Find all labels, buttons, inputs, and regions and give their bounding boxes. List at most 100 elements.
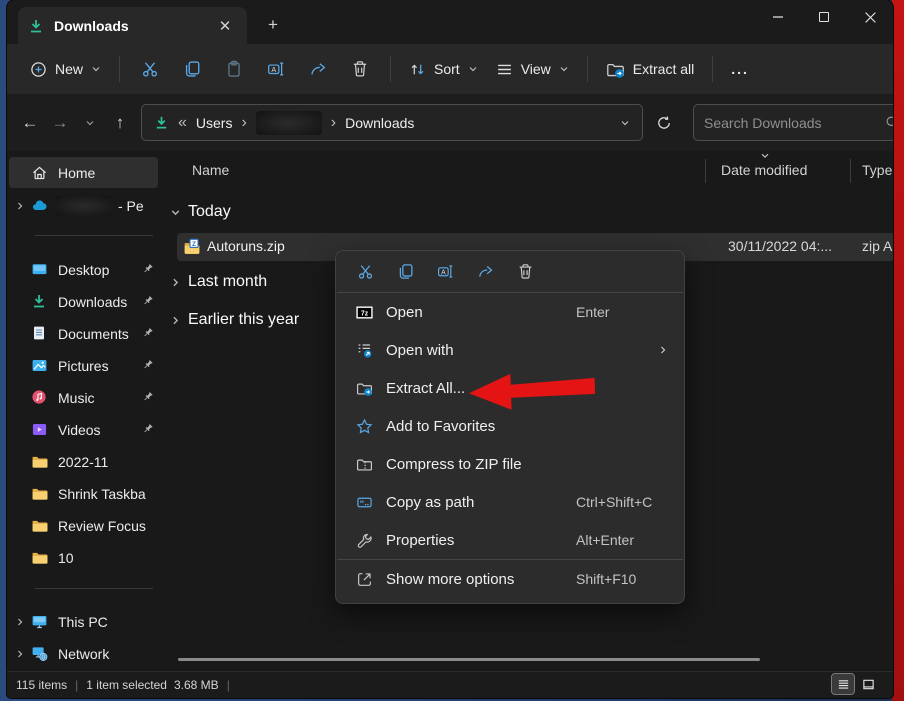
breadcrumb-downloads[interactable]: Downloads (345, 115, 414, 131)
breadcrumb-overflow[interactable]: « (178, 115, 187, 131)
menu-item-copy-as-path[interactable]: Copy as path Ctrl+Shift+C (336, 483, 684, 521)
column-header-date-modified[interactable]: Date modified (721, 162, 807, 178)
collapse-chevron-icon[interactable] (170, 315, 184, 326)
trash-icon (517, 263, 534, 280)
collapse-chevron-icon[interactable] (170, 207, 184, 218)
up-button[interactable]: ↑ (105, 107, 135, 139)
item-count: 115 items (16, 678, 67, 692)
group-label: Earlier this year (188, 311, 299, 329)
menu-item-properties[interactable]: Properties Alt+Enter (336, 521, 684, 559)
pin-icon (141, 359, 154, 372)
search-input[interactable] (704, 115, 885, 131)
sidebar-item-label: 10 (58, 550, 158, 566)
home-icon (31, 164, 49, 182)
file-type: zip Ar (862, 238, 893, 254)
expand-chevron-icon[interactable] (9, 649, 31, 659)
address-bar[interactable]: « Users › › Downloads (141, 104, 643, 141)
horizontal-scrollbar[interactable] (178, 658, 760, 661)
paste-button[interactable] (213, 51, 255, 87)
maximize-button[interactable] (801, 0, 847, 34)
view-button[interactable]: View (487, 51, 578, 87)
tab-downloads[interactable]: Downloads ✕ (18, 7, 247, 44)
new-button[interactable]: New (21, 51, 110, 87)
sidebar-item-shrink-taskbar[interactable]: Shrink Taskba (9, 478, 158, 509)
group-header-today[interactable]: Today (160, 197, 893, 227)
sidebar-item-10[interactable]: 10 (9, 542, 158, 573)
rename-button[interactable]: A (425, 256, 465, 288)
group-label: Last month (188, 273, 267, 291)
paste-icon (225, 60, 243, 78)
status-bar: 115 items | 1 item selected 3.68 MB | (7, 671, 893, 698)
toolbar-separator (712, 56, 713, 82)
back-button[interactable]: ← (15, 107, 45, 139)
sidebar-item-pictures[interactable]: Pictures (9, 350, 158, 381)
cut-button[interactable] (129, 51, 171, 87)
sidebar-item-documents[interactable]: Documents (9, 318, 158, 349)
svg-text:Z: Z (192, 241, 196, 248)
forward-button[interactable]: → (45, 107, 75, 139)
menu-item-open-with[interactable]: Open with (336, 331, 684, 369)
see-more-button[interactable]: ... (722, 51, 758, 87)
menu-item-compress-to-zip[interactable]: Compress to ZIP file (336, 445, 684, 483)
sidebar-item-downloads[interactable]: Downloads (9, 286, 158, 317)
sort-button[interactable]: Sort (400, 51, 487, 87)
column-header-name[interactable]: Name (192, 162, 229, 178)
delete-button[interactable] (339, 51, 381, 87)
menu-item-show-more-options[interactable]: Show more options Shift+F10 (336, 560, 684, 598)
expand-chevron-icon[interactable] (9, 201, 31, 211)
collapse-chevron-icon[interactable] (170, 277, 184, 288)
sidebar-item-music[interactable]: Music (9, 382, 158, 413)
rename-icon: A (437, 263, 454, 280)
column-header-type[interactable]: Type (862, 162, 892, 178)
copy-button[interactable] (171, 51, 213, 87)
view-toggle-group (832, 674, 879, 694)
sidebar-item-label: Shrink Taskba (58, 486, 158, 502)
share-button[interactable] (297, 51, 339, 87)
refresh-button[interactable] (647, 106, 681, 140)
navigation-pane: Home - Pe Desktop Downloads (7, 151, 160, 672)
menu-item-open[interactable]: 7z Open Enter (336, 293, 684, 331)
details-view-button[interactable] (832, 674, 854, 694)
scissors-icon (141, 60, 159, 78)
sidebar-item-review-focus[interactable]: Review Focus (9, 510, 158, 541)
cut-button[interactable] (345, 256, 385, 288)
toolbar-separator (119, 56, 120, 82)
large-icons-view-icon (862, 678, 875, 691)
new-tab-button[interactable]: + (259, 12, 287, 38)
breadcrumb-username-redacted[interactable] (256, 111, 322, 135)
expand-chevron-icon[interactable] (9, 617, 31, 627)
sidebar-item-network[interactable]: Network (9, 638, 158, 669)
maximize-icon (819, 12, 829, 22)
chevron-down-icon (468, 64, 478, 74)
copy-button[interactable] (385, 256, 425, 288)
share-icon (477, 263, 494, 280)
sidebar-item-videos[interactable]: Videos (9, 414, 158, 445)
breadcrumb-users[interactable]: Users (196, 115, 233, 131)
rename-button[interactable]: A (255, 51, 297, 87)
copy-icon (183, 60, 201, 78)
picture-icon (31, 357, 49, 375)
sidebar-item-this-pc[interactable]: This PC (9, 606, 158, 637)
large-icons-view-button[interactable] (857, 674, 879, 694)
search-box[interactable] (693, 104, 893, 141)
column-separator[interactable] (705, 159, 706, 183)
sidebar-item-2022-11[interactable]: 2022-11 (9, 446, 158, 477)
desktop-wallpaper-red-edge (892, 0, 904, 701)
chevron-down-icon (85, 118, 95, 128)
share-button[interactable] (465, 256, 505, 288)
sidebar-item-onedrive[interactable]: - Pe (9, 190, 158, 221)
sidebar-item-home[interactable]: Home (9, 157, 158, 188)
context-menu: A 7z Open Enter Open with (335, 250, 685, 604)
document-icon (31, 325, 49, 343)
recent-locations-button[interactable] (75, 107, 105, 139)
delete-button[interactable] (505, 256, 545, 288)
extract-folder-icon (356, 380, 373, 397)
close-button[interactable] (847, 0, 893, 34)
address-dropdown-icon[interactable] (620, 118, 630, 128)
tab-close-icon[interactable]: ✕ (213, 14, 237, 38)
column-separator[interactable] (850, 159, 851, 183)
sidebar-item-desktop[interactable]: Desktop (9, 254, 158, 285)
extract-all-button[interactable]: Extract all (597, 51, 703, 87)
minimize-button[interactable] (755, 0, 801, 34)
menu-item-label: Extract All... (386, 380, 465, 397)
